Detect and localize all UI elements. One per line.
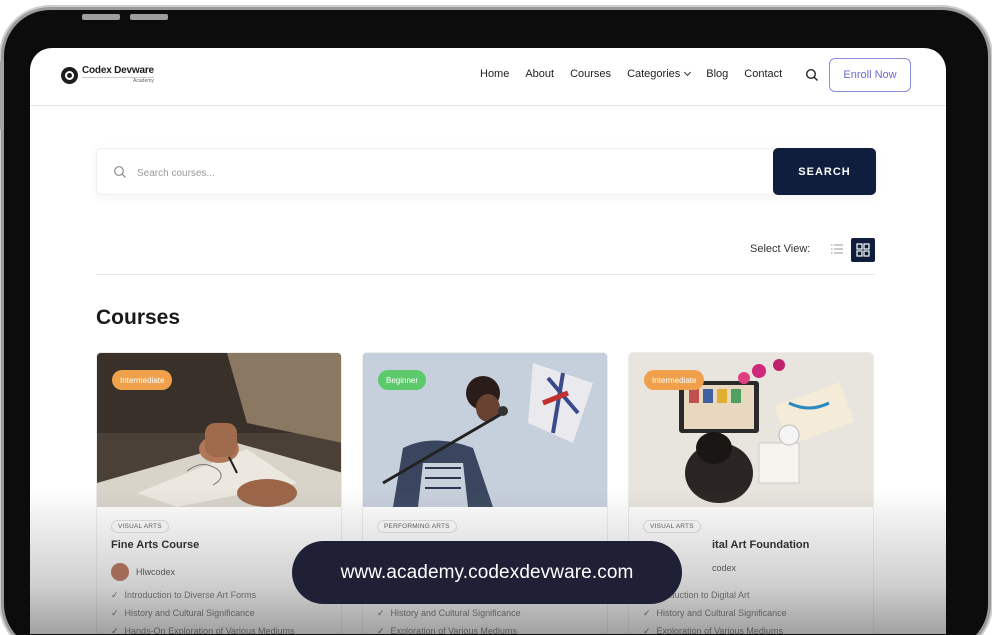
feature-text: Exploration of Various Mediums: [656, 626, 783, 634]
course-title[interactable]: Fine Arts Course: [111, 539, 199, 551]
course-image: Intermediate: [629, 353, 873, 507]
category-tag[interactable]: VISUAL ARTS: [643, 520, 701, 533]
website-url-banner: www.academy.codexdevware.com: [292, 541, 682, 604]
feature-text: History and Cultural Significance: [390, 608, 521, 618]
level-badge: Beginner: [378, 370, 427, 390]
feature-item: ✓ Hands-On Exploration of Various Mediums: [111, 626, 294, 634]
nav-categories[interactable]: Categories: [627, 68, 692, 80]
volume-button: [130, 14, 168, 20]
level-badge: Intermediate: [644, 370, 705, 390]
check-icon: ✓: [643, 608, 651, 618]
feature-text: History and Cultural Significance: [124, 608, 255, 618]
feature-text: Exploration of Various Mediums: [390, 626, 517, 634]
course-image: Beginner: [363, 353, 607, 507]
author-name: codex: [712, 563, 737, 573]
list-view-icon[interactable]: [827, 239, 847, 259]
avatar: [111, 563, 129, 581]
feature-item: ✓ History and Cultural Significance: [643, 608, 787, 619]
power-button: [0, 60, 4, 130]
course-author: Hlwcodex: [111, 563, 175, 581]
nav-home[interactable]: Home: [480, 68, 509, 80]
search-button[interactable]: SEARCH: [773, 148, 876, 195]
nav-courses[interactable]: Courses: [570, 68, 611, 80]
top-navbar: Codex Devware Academy Home About Courses…: [30, 48, 946, 106]
brand-logo[interactable]: Codex Devware Academy: [61, 66, 154, 84]
nav-contact[interactable]: Contact: [744, 68, 782, 80]
category-tag[interactable]: PERFORMING ARTS: [377, 520, 457, 533]
search-icon[interactable]: [805, 68, 819, 82]
select-view-label: Select View:: [750, 243, 811, 255]
feature-text: Hands-On Exploration of Various Mediums: [124, 626, 295, 634]
feature-item: ✓ Introduction to Diverse Art Forms: [111, 590, 256, 601]
course-image: Intermediate: [97, 353, 341, 507]
category-tag[interactable]: VISUAL ARTS: [111, 520, 169, 533]
nav-blog[interactable]: Blog: [706, 68, 728, 80]
feature-item: ✓ History and Cultural Significance: [111, 608, 255, 619]
course-title[interactable]: ital Art Foundation: [712, 539, 809, 551]
nav-categories-label: Categories: [627, 68, 681, 80]
check-icon: ✓: [111, 608, 119, 618]
enroll-now-button[interactable]: Enroll Now: [829, 58, 911, 92]
page-title: Courses: [96, 306, 181, 329]
level-badge: Intermediate: [112, 370, 173, 390]
search-input[interactable]: [137, 163, 737, 183]
brand-sub: Academy: [82, 77, 154, 84]
search-icon: [114, 166, 126, 178]
grid-view-button[interactable]: [851, 238, 875, 262]
author-name: Hlwcodex: [136, 567, 176, 577]
grid-icon: [856, 243, 870, 257]
main-menu: Home About Courses Categories Blog Conta…: [480, 68, 798, 80]
check-icon: ✓: [111, 626, 119, 634]
nav-about[interactable]: About: [525, 68, 554, 80]
brand-name: Codex Devware: [82, 65, 154, 76]
check-icon: ✓: [377, 626, 385, 634]
chevron-down-icon: [684, 68, 692, 77]
check-icon: ✓: [111, 590, 119, 600]
divider: [96, 274, 875, 275]
logo-icon: [61, 66, 78, 84]
check-icon: ✓: [643, 626, 651, 634]
feature-text: Introduction to Diverse Art Forms: [124, 590, 257, 600]
feature-item: ✓ History and Cultural Significance: [377, 608, 521, 619]
feature-text: History and Cultural Significance: [656, 608, 787, 618]
course-author: codex: [712, 563, 736, 573]
volume-button: [82, 14, 120, 20]
course-search-bar: SEARCH: [96, 148, 876, 195]
feature-item: ✓ Exploration of Various Mediums: [643, 626, 783, 634]
feature-item: ✓ Exploration of Various Mediums: [377, 626, 517, 634]
check-icon: ✓: [377, 608, 385, 618]
